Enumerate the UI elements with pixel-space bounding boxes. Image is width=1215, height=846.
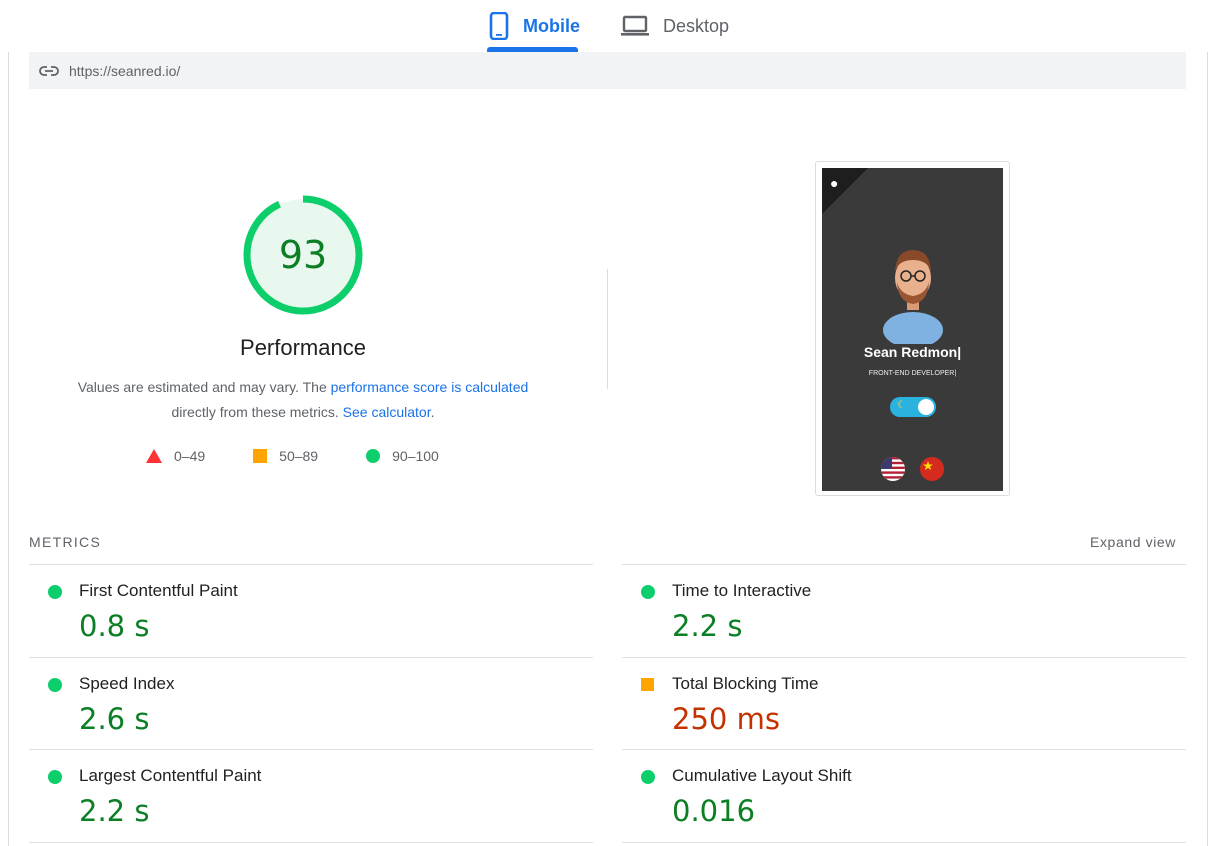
metrics-bottom-divider xyxy=(622,842,1186,843)
octocat-icon: ● xyxy=(830,175,839,191)
metric-name: Speed Index xyxy=(79,674,175,693)
pass-circle-icon xyxy=(366,449,381,463)
final-screenshot[interactable]: ● Sean Redmon| FRONT-END DEVELOPER| ☾ xyxy=(815,161,1010,496)
metric-total-blocking-time: Total Blocking Time 250 ms xyxy=(622,657,1186,750)
metric-value: 2.2 s xyxy=(79,794,150,828)
legend-label: 50–89 xyxy=(279,448,319,464)
metric-value: 2.6 s xyxy=(79,702,150,736)
metric-largest-contentful-paint: Largest Contentful Paint 2.2 s xyxy=(29,749,593,842)
us-flag-icon xyxy=(881,457,905,481)
section-divider xyxy=(607,269,608,389)
avatar xyxy=(883,250,943,344)
metrics-heading: METRICS xyxy=(29,534,102,550)
metric-name: First Contentful Paint xyxy=(79,581,238,600)
screenshot-role: FRONT-END DEVELOPER| xyxy=(868,370,957,377)
moon-icon: ☾ xyxy=(897,400,906,411)
metric-name: Total Blocking Time xyxy=(672,674,819,693)
performance-score: 93 xyxy=(278,233,328,277)
metric-time-to-interactive: Time to Interactive 2.2 s xyxy=(622,564,1186,657)
see-calculator-link[interactable]: See calculator xyxy=(343,404,431,420)
metric-first-contentful-paint: First Contentful Paint 0.8 s xyxy=(29,564,593,657)
tested-url-bar: https://seanred.io/ xyxy=(29,52,1186,89)
average-square-icon xyxy=(641,678,654,691)
score-legend: 0–49 50–89 90–100 xyxy=(146,448,487,464)
average-square-icon xyxy=(253,449,268,463)
pass-circle-icon xyxy=(48,585,62,599)
metric-name: Largest Contentful Paint xyxy=(79,766,262,785)
metric-value: 250 ms xyxy=(672,702,780,736)
laptop-icon xyxy=(621,15,649,37)
metric-value: 0.016 xyxy=(672,794,756,828)
tested-url[interactable]: https://seanred.io/ xyxy=(69,63,180,79)
smartphone-icon xyxy=(489,12,509,40)
legend-item-fail: 0–49 xyxy=(146,448,205,464)
metric-name: Time to Interactive xyxy=(672,581,812,600)
metric-cumulative-layout-shift: Cumulative Layout Shift 0.016 xyxy=(622,749,1186,842)
screenshot-name: Sean Redmon| xyxy=(863,344,962,360)
legend-item-pass: 90–100 xyxy=(366,448,439,464)
desc-prefix: Values are estimated and may vary. The xyxy=(77,379,331,395)
score-calculated-link[interactable]: performance score is calculated xyxy=(331,379,529,395)
pass-circle-icon xyxy=(48,770,62,784)
desc-suffix: . xyxy=(430,404,435,420)
screenshot-image: ● Sean Redmon| FRONT-END DEVELOPER| ☾ xyxy=(822,168,1003,491)
legend-label: 90–100 xyxy=(392,448,439,464)
pass-circle-icon xyxy=(641,585,655,599)
metrics-bottom-divider xyxy=(29,842,593,843)
metric-name: Cumulative Layout Shift xyxy=(672,766,852,785)
fail-triangle-icon xyxy=(146,449,162,463)
performance-title: Performance xyxy=(240,335,366,360)
metric-speed-index: Speed Index 2.6 s xyxy=(29,657,593,750)
desc-middle: directly from these metrics. xyxy=(171,404,343,420)
legend-item-average: 50–89 xyxy=(253,448,318,464)
tab-mobile[interactable]: Mobile xyxy=(487,0,580,52)
tab-mobile-label: Mobile xyxy=(523,15,580,36)
legend-label: 0–49 xyxy=(174,448,206,464)
china-flag-icon xyxy=(920,457,944,481)
pass-circle-icon xyxy=(48,678,62,692)
performance-description: Values are estimated and may vary. The p… xyxy=(50,375,556,425)
corner-ribbon xyxy=(822,168,868,214)
tab-desktop[interactable]: Desktop xyxy=(621,0,729,52)
theme-toggle: ☾ xyxy=(890,397,936,417)
link-icon xyxy=(39,63,59,79)
performance-gauge: 93 xyxy=(241,193,365,317)
tab-desktop-label: Desktop xyxy=(663,15,730,36)
expand-view-button[interactable]: Expand view xyxy=(1090,534,1176,550)
device-tab-bar: Mobile Desktop xyxy=(0,0,1215,52)
metric-value: 2.2 s xyxy=(672,609,743,643)
pass-circle-icon xyxy=(641,770,655,784)
toggle-knob xyxy=(918,399,934,415)
metric-value: 0.8 s xyxy=(79,609,150,643)
